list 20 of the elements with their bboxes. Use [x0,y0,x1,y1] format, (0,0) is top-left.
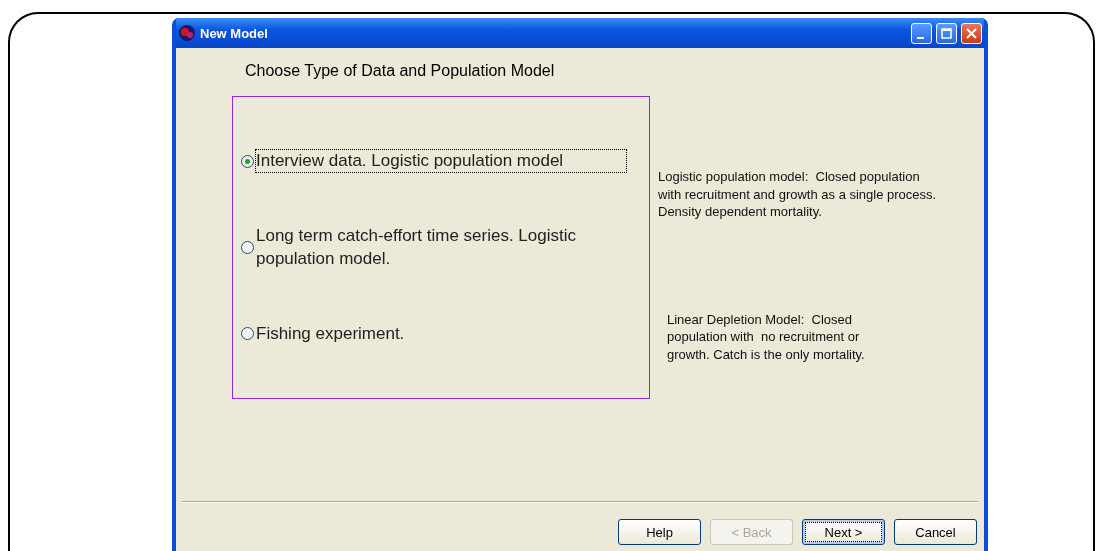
option-label[interactable]: Long term catch-effort time series. Logistic population model. [256,225,626,270]
dialog-button[interactable]: Cancel [894,519,977,545]
maximize-icon [941,27,952,39]
app-logo-icon [178,24,196,42]
radio-button[interactable] [241,154,254,168]
dialog-heading: Choose Type of Data and Population Model [244,61,556,81]
dialog-button[interactable]: Next > [802,519,885,545]
option-label[interactable]: Fishing experiment. [256,322,626,345]
close-icon [966,27,977,39]
radio-button[interactable] [241,327,254,341]
close-button[interactable] [961,22,982,44]
window-title: New Model [200,25,269,41]
maximize-button[interactable] [936,22,957,44]
dialog-button[interactable]: Help [618,519,701,545]
model-description: Linear Depletion Model: Closed population with no recruitment or growth. Catch is the only mortality. [666,310,866,364]
option-label[interactable]: Interview data. Logistic population model [256,150,626,173]
radio-button[interactable] [241,241,254,254]
model-description: Logistic population model: Closed population with recruitment and growth as a single process. Density dependent mortality. [658,168,938,221]
minimize-icon [916,36,924,39]
minimize-button[interactable] [911,22,932,44]
